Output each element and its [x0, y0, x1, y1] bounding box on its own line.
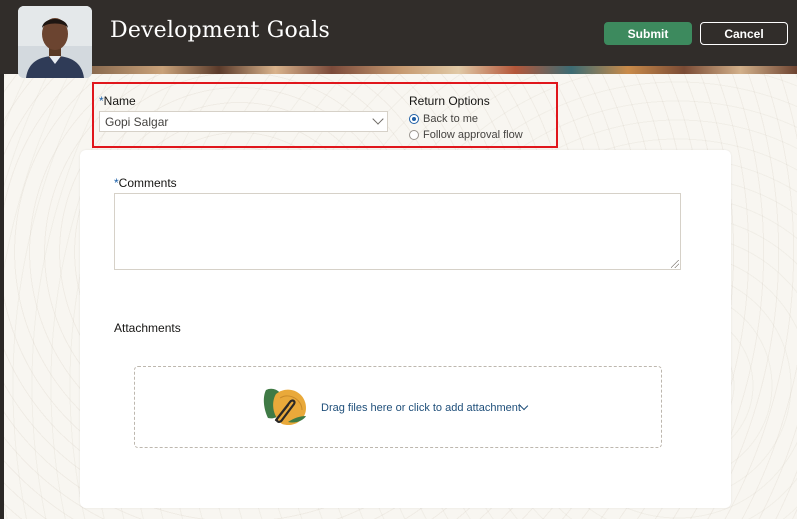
resize-grip-icon[interactable]	[671, 260, 679, 268]
avatar-image	[18, 6, 92, 78]
comments-label: *Comments	[114, 176, 177, 190]
add-attachment-link[interactable]: Drag files here or click to add attachme…	[321, 402, 521, 414]
comments-label-text: Comments	[118, 176, 177, 190]
radio-back-to-me[interactable]: Back to me	[409, 113, 478, 125]
avatar	[18, 6, 92, 78]
name-select-value: Gopi Salgar	[105, 114, 169, 129]
chevron-down-icon	[372, 113, 384, 125]
name-label-text: Name	[103, 94, 136, 108]
name-select[interactable]: Gopi Salgar	[99, 111, 388, 132]
banner-art	[92, 66, 797, 74]
page-title: Development Goals	[110, 18, 331, 43]
radio-label: Back to me	[423, 113, 479, 125]
radio-selected-icon[interactable]	[409, 114, 419, 124]
radio-unselected-icon[interactable]	[409, 130, 419, 140]
comments-textarea[interactable]	[114, 193, 681, 270]
submit-button[interactable]: Submit	[604, 22, 692, 45]
radio-follow-approval-flow[interactable]: Follow approval flow	[409, 129, 523, 141]
attachments-label: Attachments	[114, 321, 181, 335]
radio-label: Follow approval flow	[423, 129, 523, 141]
return-options-label: Return Options	[409, 94, 490, 108]
name-label: *Name	[99, 94, 136, 108]
attachment-paperclip-icon	[263, 388, 306, 426]
cancel-button[interactable]: Cancel	[700, 22, 788, 45]
left-edge-strip	[0, 74, 4, 519]
